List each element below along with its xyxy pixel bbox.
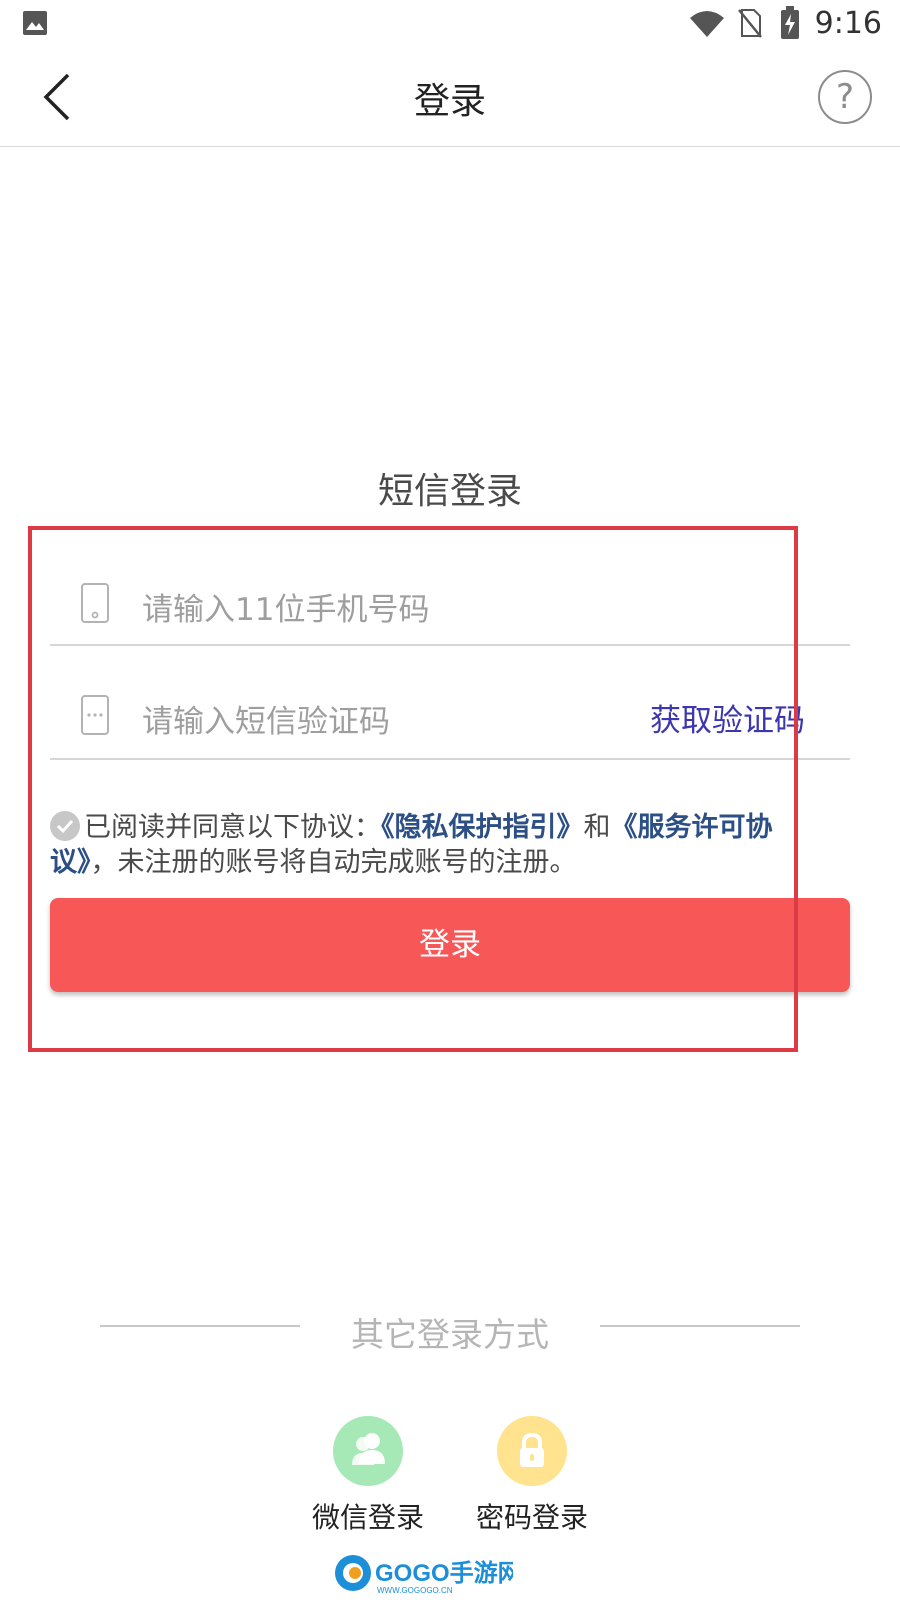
wechat-login-label[interactable]: 微信登录 bbox=[288, 1496, 448, 1536]
header: 登录 ? bbox=[0, 48, 900, 147]
password-login-label[interactable]: 密码登录 bbox=[452, 1496, 612, 1536]
status-time: 9:16 bbox=[814, 6, 882, 41]
page-title: 登录 bbox=[413, 81, 486, 122]
password-login-icon[interactable] bbox=[497, 1416, 567, 1486]
sms-login-title: 短信登录 bbox=[377, 471, 522, 512]
divider-right bbox=[600, 1325, 800, 1327]
svg-text:GOGO手游网: GOGO手游网 bbox=[375, 1559, 513, 1587]
users-icon bbox=[352, 1433, 385, 1465]
help-question-icon[interactable]: ? bbox=[818, 70, 872, 124]
svg-text:WWW.GOGOGO.CN: WWW.GOGOGO.CN bbox=[377, 1586, 453, 1595]
other-login-title: 其它登录方式 bbox=[351, 1315, 549, 1354]
battery-charging-icon bbox=[781, 6, 799, 39]
gogo-watermark-logo: GOGO手游网 WWW.GOGOGO.CN bbox=[333, 1551, 522, 1595]
gogo-logo-icon: GOGO手游网 WWW.GOGOGO.CN bbox=[335, 1555, 522, 1595]
highlight-box bbox=[28, 526, 798, 1052]
status-bar: 9:16 bbox=[0, 0, 900, 48]
wifi-icon bbox=[690, 11, 724, 37]
lock-icon bbox=[520, 1432, 544, 1467]
no-sim-icon bbox=[738, 9, 762, 38]
image-notification-icon bbox=[23, 11, 47, 35]
wechat-login-icon[interactable] bbox=[333, 1416, 403, 1486]
